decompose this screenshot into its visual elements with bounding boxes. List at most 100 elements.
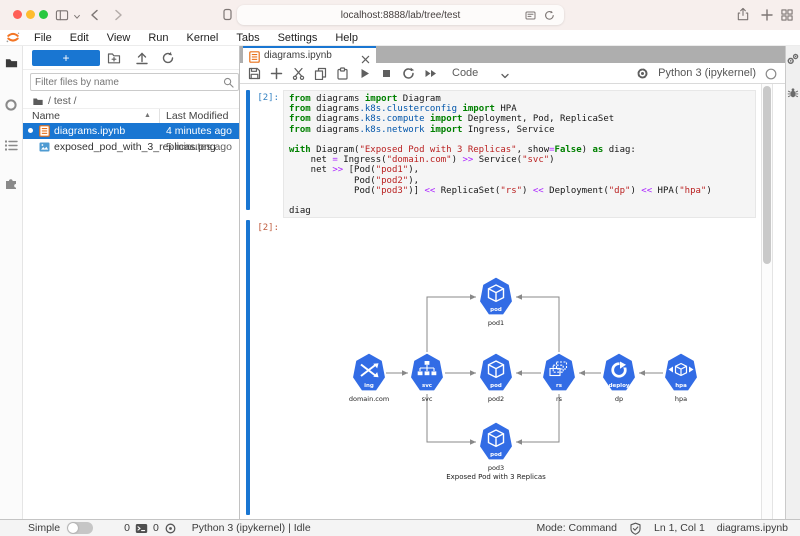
new-tab-icon[interactable]: [761, 9, 773, 21]
chevron-down-icon[interactable]: [73, 13, 81, 21]
tab-overview-icon[interactable]: [781, 9, 793, 21]
notebook-content: [2]: from diagrams import Diagramfrom di…: [240, 84, 785, 519]
upload-icon[interactable]: [135, 51, 149, 65]
menu-item-view[interactable]: View: [98, 32, 140, 44]
extensions-icon[interactable]: [4, 176, 19, 191]
svg-text:hpa: hpa: [675, 383, 687, 389]
command-mode-indicator[interactable]: Mode: Command: [536, 522, 617, 534]
diagram-node-pod3: podpod3: [479, 422, 512, 472]
svg-text:deploy: deploy: [609, 383, 630, 389]
dock-tab-bar: diagrams.ipynb: [240, 46, 785, 63]
property-inspector-icon[interactable]: [787, 52, 799, 64]
code-line: Pod("pod2"),: [289, 176, 750, 186]
stop-icon[interactable]: [380, 67, 393, 80]
page-settings-icon[interactable]: [525, 10, 536, 21]
fast-forward-icon[interactable]: [424, 67, 437, 80]
tab-diagrams-ipynb[interactable]: diagrams.ipynb: [243, 46, 376, 63]
right-sidebar: [785, 46, 800, 519]
session-counts[interactable]: 0 0: [124, 522, 177, 535]
restart-icon[interactable]: [402, 67, 415, 80]
menu-item-settings[interactable]: Settings: [269, 32, 327, 44]
minimize-window-button[interactable]: [26, 10, 35, 19]
menu-items: FileEditViewRunKernelTabsSettingsHelp: [25, 32, 367, 44]
cut-icon[interactable]: [292, 67, 305, 80]
file-list-header: Name ▲ Last Modified: [23, 108, 239, 124]
kernel-status-text[interactable]: Python 3 (ipykernel) | Idle: [192, 522, 311, 534]
svg-text:dp: dp: [615, 395, 623, 403]
file-browser-icon[interactable]: [4, 56, 19, 71]
paste-icon[interactable]: [336, 67, 349, 80]
save-icon[interactable]: [248, 67, 261, 80]
breadcrumb-path[interactable]: / test /: [48, 95, 77, 107]
column-last-modified[interactable]: Last Modified: [166, 110, 228, 122]
home-folder-icon[interactable]: [32, 96, 44, 107]
reload-icon[interactable]: [544, 10, 555, 21]
running-sessions-icon[interactable]: [4, 98, 19, 113]
file-browser: + / test / Name ▲ Last Modified diagrams…: [23, 46, 240, 519]
screen: localhost:8888/lab/tree/test FileEditVie…: [0, 0, 800, 536]
column-name[interactable]: Name: [32, 110, 60, 122]
code-line: from diagrams.k8s.clusterconfig import H…: [289, 104, 750, 114]
input-collapser[interactable]: [246, 90, 250, 210]
menu-item-file[interactable]: File: [25, 32, 61, 44]
menu-bar: FileEditViewRunKernelTabsSettingsHelp: [0, 30, 800, 46]
forward-icon[interactable]: [112, 9, 124, 21]
chevron-down-icon[interactable]: [500, 68, 510, 78]
new-launcher-button[interactable]: +: [32, 50, 100, 66]
breadcrumb[interactable]: / test /: [32, 95, 77, 107]
code-line: net >> [Pod("pod1"),: [289, 165, 750, 175]
diagram-edge-svc-pod3: [427, 394, 476, 442]
cell-type-dropdown[interactable]: Code: [452, 67, 478, 79]
scrollbar-thumb[interactable]: [763, 86, 771, 264]
share-icon[interactable]: [736, 7, 750, 22]
code-line: diag: [289, 206, 750, 216]
filter-files-input[interactable]: [35, 77, 223, 88]
notebook-file-icon: [39, 125, 50, 137]
output-collapser[interactable]: [246, 220, 250, 515]
copy-icon[interactable]: [314, 67, 327, 80]
diagram-edge-rs-pod1: [516, 297, 559, 352]
zoom-window-button[interactable]: [39, 10, 48, 19]
code-line: from diagrams import Diagram: [289, 94, 750, 104]
back-icon[interactable]: [89, 9, 101, 21]
simple-mode-toggle[interactable]: [67, 522, 93, 534]
cursor-position[interactable]: Ln 1, Col 1: [654, 522, 705, 534]
diagram-node-deploy: deploy dp: [602, 353, 635, 403]
file-row-diagrams-ipynb[interactable]: diagrams.ipynb 4 minutes ago: [23, 123, 239, 139]
close-icon[interactable]: [361, 51, 370, 60]
simple-mode-label: Simple: [28, 522, 60, 534]
close-window-button[interactable]: [13, 10, 22, 19]
file-row-exposed-pod-png[interactable]: exposed_pod_with_3_replicas.png 5 minute…: [23, 139, 239, 155]
sidebar-toggle-icon[interactable]: [55, 9, 69, 22]
refresh-icon[interactable]: [161, 51, 175, 65]
add-cell-icon[interactable]: [270, 67, 283, 80]
svg-text:pod3: pod3: [488, 464, 504, 472]
table-of-contents-icon[interactable]: [4, 138, 19, 153]
svg-text:ing: ing: [364, 383, 374, 389]
code-editor[interactable]: from diagrams import Diagramfrom diagram…: [283, 90, 756, 218]
menu-item-help[interactable]: Help: [326, 32, 367, 44]
menu-item-tabs[interactable]: Tabs: [227, 32, 268, 44]
diagram-node-svc: svcsvc: [410, 353, 443, 403]
kernel-name[interactable]: Python 3 (ipykernel): [658, 67, 756, 79]
filter-box: [30, 73, 239, 91]
tab-label: diagrams.ipynb: [264, 50, 332, 61]
code-line: Pod("pod3")] << ReplicaSet("rs") << Depl…: [289, 186, 750, 196]
url-bar[interactable]: localhost:8888/lab/tree/test: [237, 5, 564, 25]
extensions-icon[interactable]: [221, 8, 234, 21]
svg-text:svc: svc: [422, 395, 433, 403]
menu-item-run[interactable]: Run: [139, 32, 177, 44]
svg-text:rs: rs: [556, 383, 563, 389]
terminal-icon: [135, 522, 148, 535]
file-name: diagrams.ipynb: [54, 125, 125, 137]
run-icon[interactable]: [358, 67, 371, 80]
debugger-icon[interactable]: [787, 86, 799, 98]
notebook-panel: diagrams.ipynb Code Python 3 (ipykernel)…: [240, 46, 785, 519]
menu-item-edit[interactable]: Edit: [61, 32, 98, 44]
gear-icon[interactable]: [636, 67, 649, 80]
menu-item-kernel[interactable]: Kernel: [178, 32, 228, 44]
kernel-status-icon[interactable]: [765, 67, 777, 79]
code-line: with Diagram("Exposed Pod with 3 Replica…: [289, 145, 750, 155]
new-folder-icon[interactable]: [107, 51, 121, 65]
notebook-scrollbar[interactable]: [761, 84, 773, 519]
